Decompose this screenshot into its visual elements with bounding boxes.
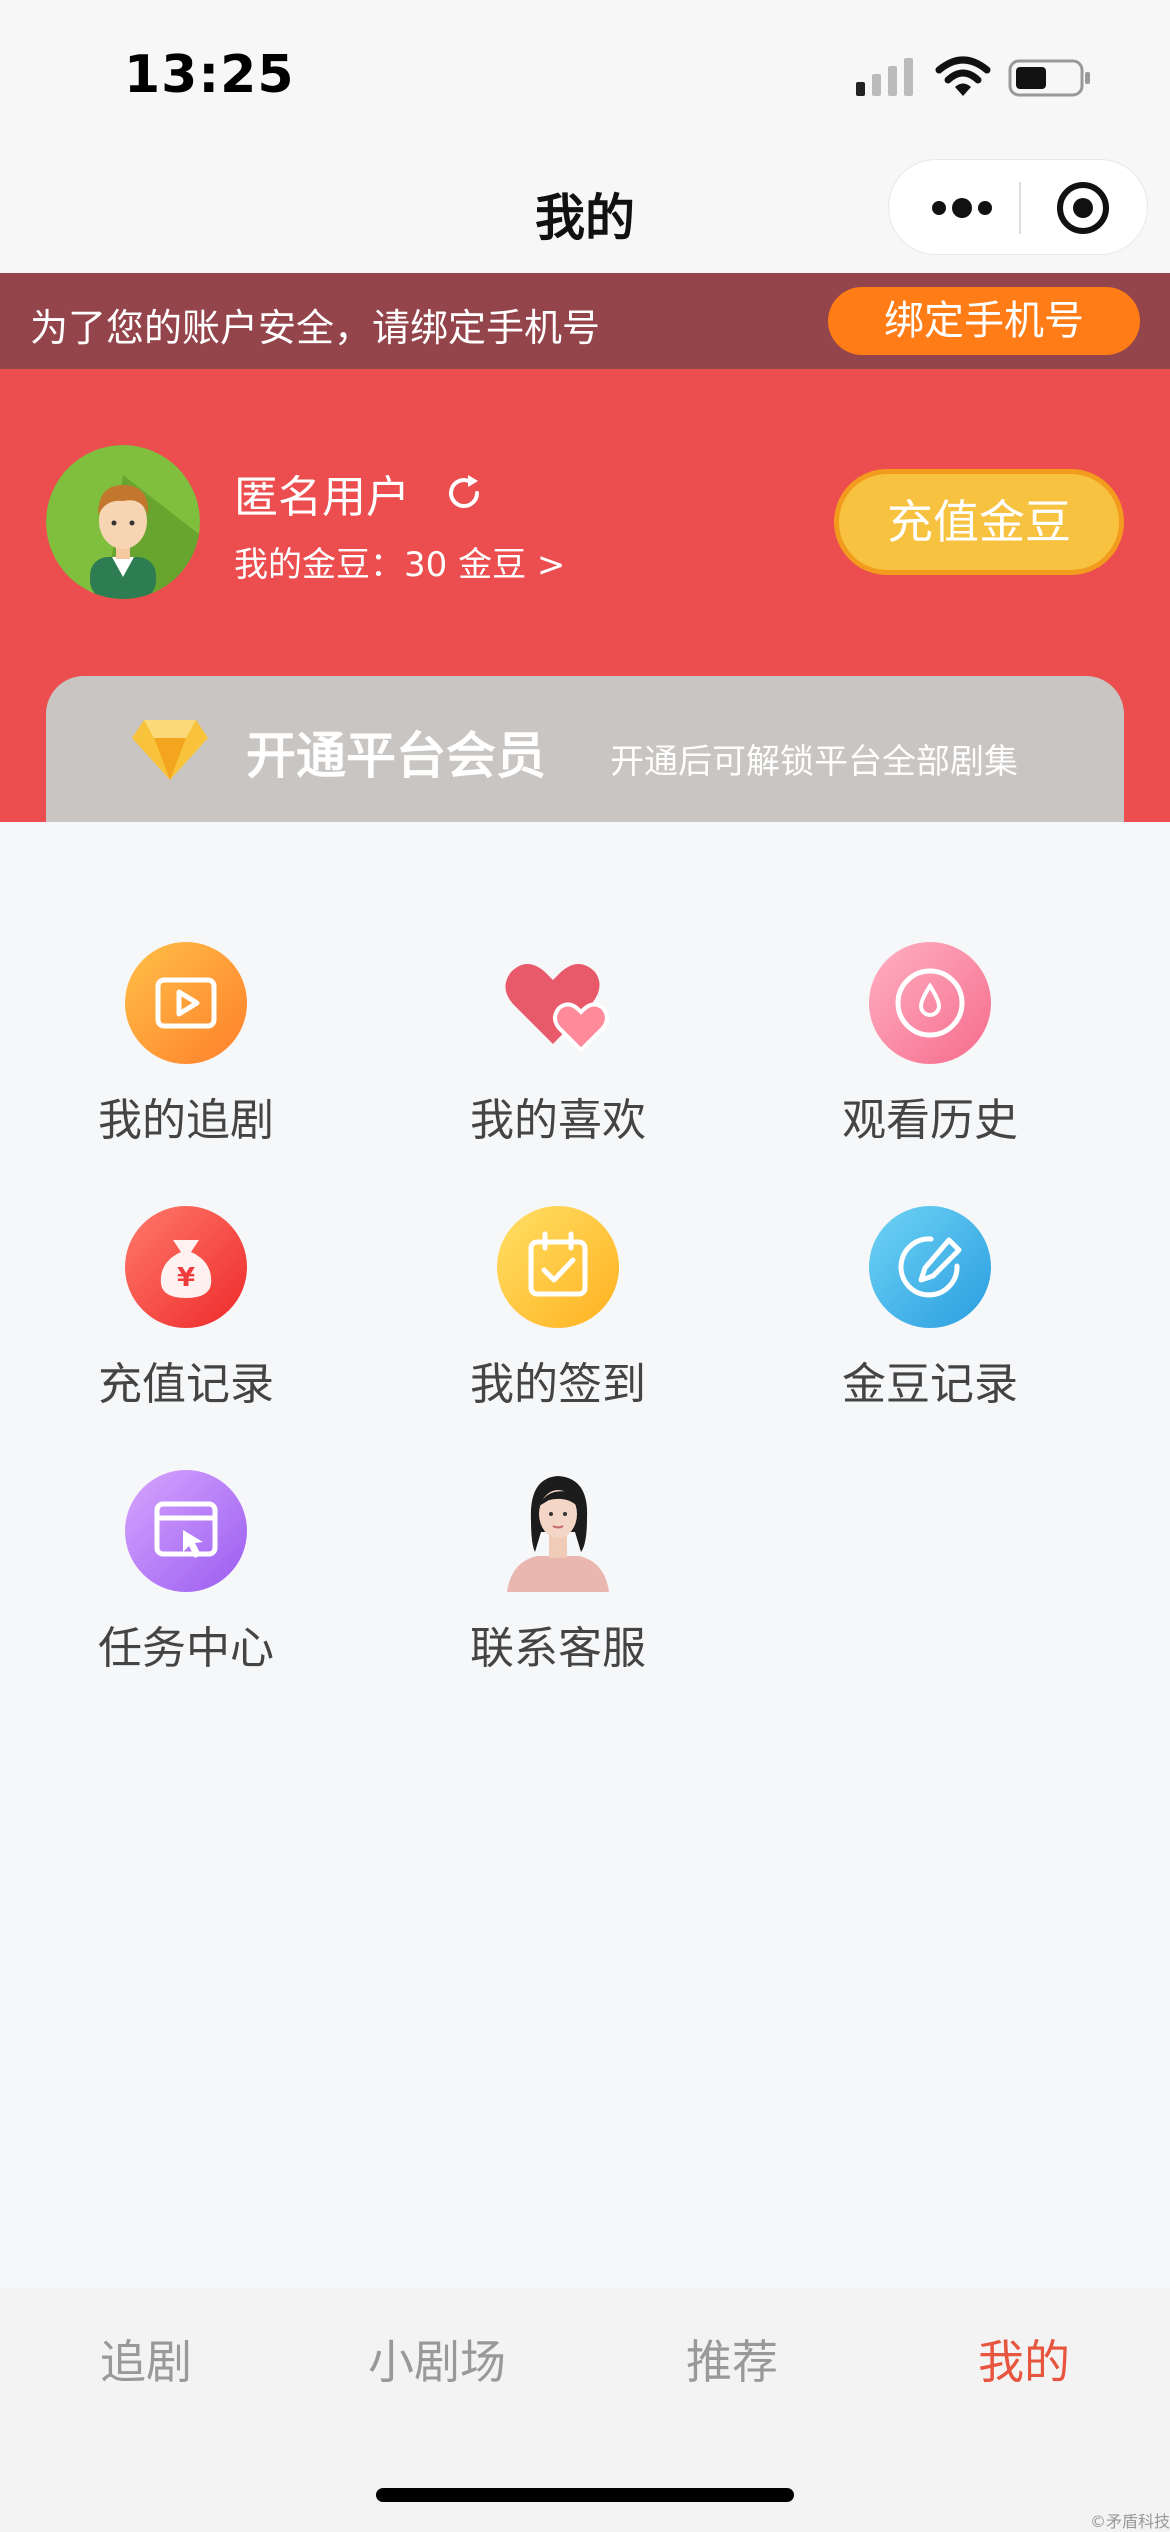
menu-item-label: 联系客服: [470, 1623, 646, 1674]
menu-item-label: 金豆记录: [842, 1359, 1018, 1410]
mini-program-capsule: [888, 159, 1148, 255]
capsule-divider: [1019, 182, 1021, 234]
vip-membership-card[interactable]: 开通平台会员 开通后可解锁平台全部剧集: [46, 676, 1124, 822]
menu-item-label: 我的喜欢: [470, 1095, 646, 1146]
bind-phone-text: 为了您的账户安全，请绑定手机号: [30, 306, 601, 350]
more-options-icon[interactable]: [927, 184, 997, 232]
menu-item-label: 充值记录: [98, 1359, 274, 1410]
refresh-icon[interactable]: [444, 473, 484, 513]
menu-item-label: 任务中心: [98, 1623, 274, 1674]
calendar-check-icon: [497, 1206, 619, 1328]
wifi-icon: [935, 56, 991, 96]
hearts-icon: [505, 964, 609, 1053]
tab-recommend[interactable]: 推荐: [686, 2326, 778, 2392]
coin-balance-link[interactable]: 我的金豆：30 金豆 >: [234, 537, 565, 586]
home-indicator: [376, 2488, 794, 2502]
tab-follow[interactable]: 追剧: [100, 2326, 192, 2392]
username: 匿名用户: [234, 472, 410, 523]
navigation-bar: 我的: [0, 150, 1170, 273]
menu-item-label: 我的签到: [470, 1359, 646, 1410]
battery-icon: [1008, 59, 1090, 97]
status-bar: 13:25: [0, 0, 1170, 150]
avatar[interactable]: [46, 445, 200, 599]
close-miniprogram-icon[interactable]: [1055, 180, 1111, 236]
history-dial-icon: [869, 942, 991, 1064]
task-board-icon: [125, 1470, 247, 1592]
money-bag-icon: ¥: [125, 1206, 247, 1328]
bind-phone-button[interactable]: 绑定手机号: [828, 287, 1140, 355]
vip-subtitle: 开通后可解锁平台全部剧集: [610, 742, 1018, 782]
customer-service-photo: [497, 1470, 619, 1592]
play-video-icon: [125, 942, 247, 1064]
diamond-icon: [132, 720, 208, 780]
pencil-circle-icon: [869, 1206, 991, 1328]
svg-text:¥: ¥: [177, 1263, 195, 1293]
menu-item-label: 我的追剧: [98, 1095, 274, 1146]
tab-theater[interactable]: 小剧场: [368, 2326, 506, 2392]
watermark: ©矛盾科技: [1090, 2512, 1170, 2531]
menu-item-label: 观看历史: [842, 1095, 1018, 1146]
profile-header: 匿名用户 我的金豆：30 金豆 > 充值金豆 开通平台会员 开通后可解锁平台全部…: [0, 369, 1170, 822]
status-time: 13:25: [124, 45, 295, 105]
bind-phone-banner: 为了您的账户安全，请绑定手机号 绑定手机号: [0, 273, 1170, 369]
recharge-coins-button[interactable]: 充值金豆: [834, 469, 1124, 575]
tab-mine[interactable]: 我的: [978, 2326, 1070, 2392]
cellular-signal-icon: [856, 58, 913, 96]
vip-title: 开通平台会员: [246, 727, 546, 785]
